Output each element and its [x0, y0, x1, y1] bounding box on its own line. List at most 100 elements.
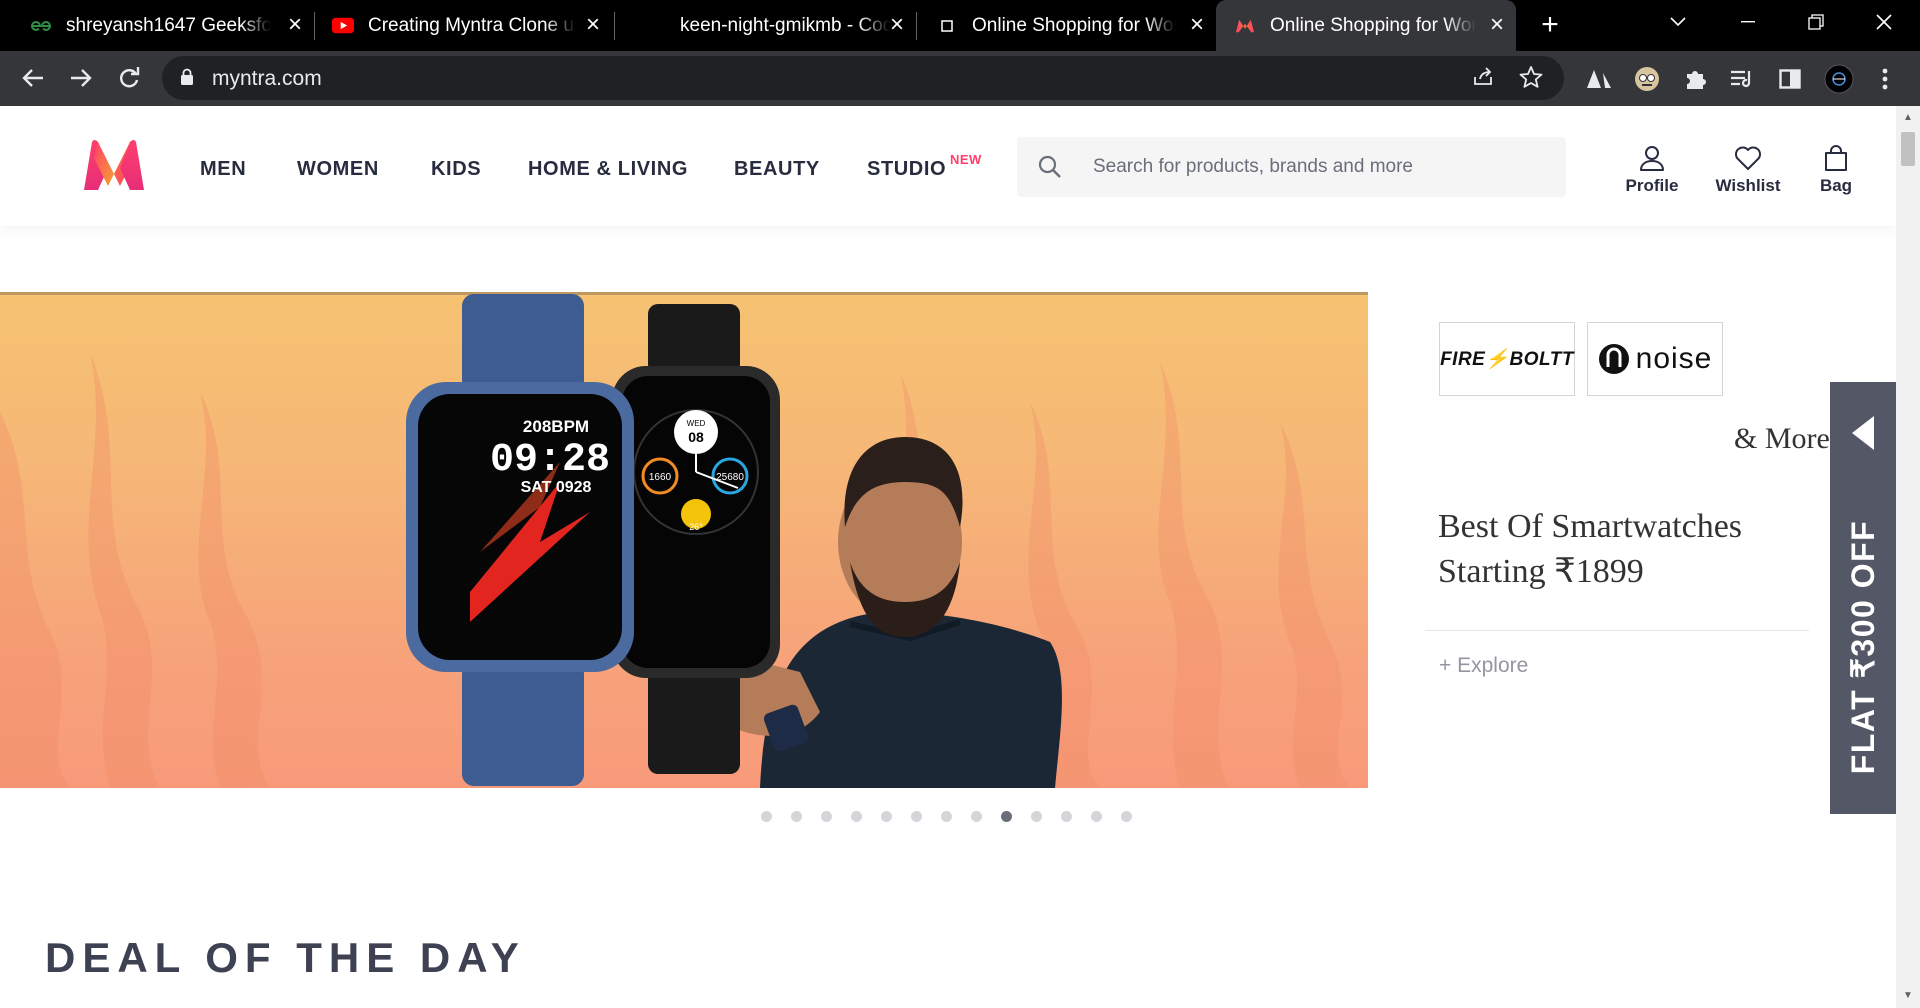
noise-logo[interactable]: noise — [1587, 322, 1723, 396]
watch2-temp: 26° — [689, 522, 703, 532]
nav-kids[interactable]: KIDS — [431, 158, 481, 181]
search-bar — [1017, 137, 1566, 197]
watch2-day: WED — [687, 419, 706, 428]
myntra-logo[interactable] — [78, 138, 150, 194]
hero-banner[interactable]: WED 08 1660 25680 26° 208BPM 09:28 SAT 0… — [0, 292, 1368, 788]
vercel-extension-icon[interactable] — [1584, 64, 1614, 94]
carousel-dot[interactable] — [971, 811, 982, 822]
tab-title: Creating Myntra Clone using — [368, 14, 576, 36]
carousel-dot[interactable] — [881, 811, 892, 822]
browser-tab-geeksforgeeks[interactable]: shreyansh1647 GeeksforGeeks × — [14, 0, 314, 51]
watch2-right-value: 25680 — [716, 472, 744, 483]
carousel-dot[interactable] — [761, 811, 772, 822]
promo-title-line1: Best Of Smartwatches — [1438, 508, 1743, 545]
wishlist-label: Wishlist — [1715, 176, 1781, 195]
heart-icon — [1735, 146, 1761, 170]
divider — [1425, 630, 1809, 631]
nav-men[interactable]: MEN — [200, 158, 246, 181]
side-panel-icon[interactable] — [1775, 64, 1805, 94]
myntra-page: MEN WOMEN KIDS HOME & LIVING BEAUTY STUD… — [0, 106, 1896, 1008]
forward-icon[interactable] — [62, 59, 100, 97]
carousel-dot[interactable] — [821, 811, 832, 822]
page-icon — [936, 15, 958, 37]
new-tab-button[interactable]: + — [1535, 10, 1565, 40]
carousel-dot[interactable] — [941, 811, 952, 822]
close-tab-icon[interactable]: × — [1186, 13, 1208, 37]
carousel-dot[interactable] — [1121, 811, 1132, 822]
browser-tab-online-shopping[interactable]: Online Shopping for Women × — [918, 0, 1216, 51]
explore-link[interactable]: + Explore — [1439, 654, 1528, 678]
wishlist-button[interactable]: Wishlist — [1708, 144, 1788, 204]
profile-label: Profile — [1625, 176, 1679, 195]
youtube-icon — [332, 15, 354, 37]
watch1-time: 09:28 — [490, 438, 610, 483]
flat-offer-text: FLAT ₹300 OFF — [1845, 519, 1881, 775]
search-input[interactable] — [1093, 149, 1543, 185]
profile-button[interactable]: Profile — [1612, 144, 1692, 204]
nav-studio[interactable]: STUDIO — [867, 158, 946, 181]
scrollbar-thumb[interactable] — [1901, 132, 1915, 166]
close-window-icon[interactable] — [1856, 0, 1912, 44]
reading-list-icon[interactable] — [1727, 64, 1757, 94]
nav-beauty[interactable]: BEAUTY — [734, 158, 820, 181]
reload-icon[interactable] — [110, 59, 148, 97]
scroll-up-icon[interactable]: ▲ — [1902, 112, 1914, 124]
carousel-dot[interactable] — [851, 811, 862, 822]
search-icon[interactable] — [1037, 154, 1063, 180]
tab-title: keen-night-gmikmb - CodeSandbox — [680, 14, 890, 36]
tab-title: shreyansh1647 GeeksforGeeks — [66, 14, 271, 36]
browser-tab-myntra-active[interactable]: Online Shopping for Women × — [1216, 0, 1516, 51]
url-text: myntra.com — [212, 67, 322, 90]
profile-avatar-icon[interactable] — [1824, 64, 1854, 94]
watch1-bpm: 208BPM — [523, 417, 589, 436]
minimize-icon[interactable] — [1720, 0, 1776, 44]
fireboltt-text: FIRE⚡BOLTT — [1440, 349, 1574, 370]
carousel-dot[interactable] — [1061, 811, 1072, 822]
carousel-dot[interactable] — [1001, 811, 1012, 822]
browser-tab-codesandbox[interactable]: keen-night-gmikmb - CodeSandbox × — [616, 0, 916, 51]
share-icon[interactable] — [1470, 65, 1496, 91]
extensions-puzzle-icon[interactable] — [1680, 64, 1710, 94]
studio-new-badge: NEW — [950, 152, 982, 167]
close-tab-icon[interactable]: × — [1486, 13, 1508, 37]
bag-button[interactable]: Bag — [1796, 144, 1876, 204]
fireboltt-logo[interactable]: FIRE⚡BOLTT — [1439, 322, 1575, 396]
restore-icon[interactable] — [1788, 0, 1844, 44]
bag-icon — [1825, 145, 1847, 171]
site-header: MEN WOMEN KIDS HOME & LIVING BEAUTY STUD… — [0, 106, 1896, 226]
more-options-icon[interactable] — [1870, 64, 1900, 94]
close-tab-icon[interactable]: × — [582, 13, 604, 37]
scroll-down-icon[interactable]: ▼ — [1902, 990, 1914, 1002]
promo-title-line2: Starting ₹1899 — [1438, 553, 1644, 590]
caret-left-icon — [1852, 416, 1874, 450]
browser-toolbar: myntra.com — [0, 51, 1920, 106]
watch1-date: SAT 0928 — [521, 479, 592, 496]
codesandbox-icon — [644, 15, 666, 37]
promo-title: Best Of Smartwatches Starting ₹1899 — [1438, 504, 1818, 594]
bookmark-star-icon[interactable] — [1518, 65, 1544, 91]
tab-title: Online Shopping for Women — [1270, 14, 1476, 36]
browser-tab-bar: shreyansh1647 GeeksforGeeks × Creating M… — [0, 0, 1920, 51]
watch2-date: 08 — [688, 429, 704, 445]
page-scrollbar[interactable]: ▲ ▼ — [1896, 106, 1920, 1008]
back-icon[interactable] — [14, 59, 52, 97]
deal-of-the-day-heading: DEAL OF THE DAY — [45, 934, 526, 981]
noise-mark-icon — [1598, 344, 1629, 374]
browser-tab-youtube[interactable]: Creating Myntra Clone using × — [316, 0, 612, 51]
close-tab-icon[interactable]: × — [284, 13, 306, 37]
tab-search-icon[interactable] — [1650, 0, 1706, 44]
carousel-dot[interactable] — [791, 811, 802, 822]
nav-women[interactable]: WOMEN — [297, 158, 379, 181]
close-tab-icon[interactable]: × — [886, 13, 908, 37]
flat-offer-tab[interactable]: FLAT ₹300 OFF — [1830, 382, 1896, 814]
carousel-dot[interactable] — [1031, 811, 1042, 822]
noise-text: noise — [1598, 342, 1713, 376]
avatar-extension-icon[interactable] — [1632, 64, 1662, 94]
carousel-dot[interactable] — [911, 811, 922, 822]
lock-icon[interactable] — [180, 68, 194, 86]
myntra-icon — [1234, 15, 1256, 37]
nav-home-living[interactable]: HOME & LIVING — [528, 158, 688, 181]
carousel-dot[interactable] — [1091, 811, 1102, 822]
address-bar[interactable]: myntra.com — [162, 56, 1564, 100]
carousel-dots — [761, 811, 1151, 825]
